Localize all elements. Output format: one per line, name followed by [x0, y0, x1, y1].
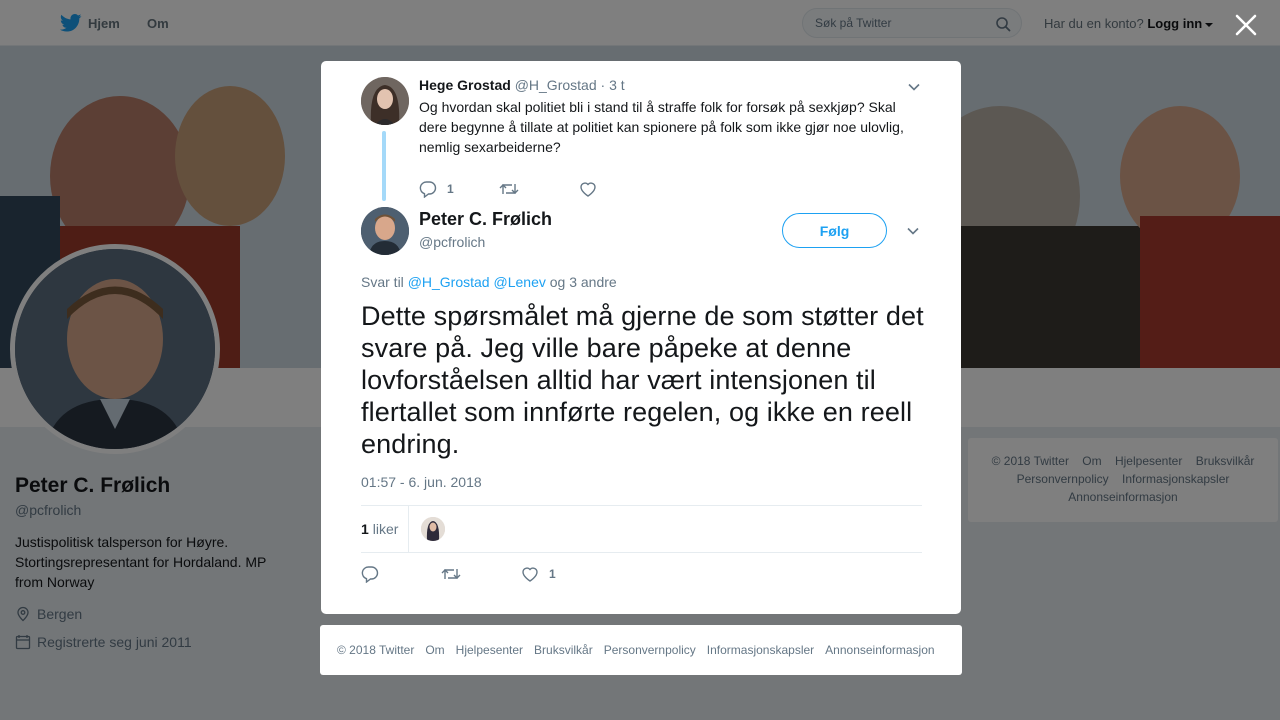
- author-name[interactable]: Peter C. Frølich: [419, 209, 552, 230]
- retweet-action[interactable]: [441, 565, 521, 583]
- reply-action[interactable]: 1: [419, 180, 499, 198]
- likes-stat[interactable]: 1 liker: [361, 506, 409, 552]
- chevron-down-icon[interactable]: [906, 224, 920, 238]
- reply-count: 1: [447, 182, 454, 196]
- retweet-icon: [441, 569, 461, 579]
- parent-author-handle[interactable]: @H_Grostad: [515, 77, 597, 93]
- reply-prefix: Svar til: [361, 274, 404, 290]
- likes-label: liker: [372, 521, 399, 537]
- tweet-text: Dette spørsmålet må gjerne de som støtte…: [361, 301, 924, 459]
- reply-suffix[interactable]: og 3 andre: [550, 274, 617, 290]
- thread-connector-line: [382, 131, 386, 201]
- footer-link-ads[interactable]: Annonseinformasjon: [825, 643, 934, 657]
- mention-link[interactable]: @H_Grostad: [408, 274, 490, 290]
- like-action[interactable]: [579, 180, 607, 198]
- reply-icon: [419, 181, 437, 198]
- tweet-timestamp[interactable]: 01:57 - 6. jun. 2018: [361, 474, 482, 490]
- tweet-stats: 1 liker: [361, 505, 922, 553]
- tweet-actions: 1: [361, 565, 556, 583]
- liker-avatar[interactable]: [421, 517, 445, 541]
- like-count: 1: [549, 567, 556, 581]
- parent-avatar-photo: [361, 77, 409, 125]
- footer-link-terms[interactable]: Bruksvilkår: [534, 643, 593, 657]
- retweet-action[interactable]: [499, 180, 579, 198]
- liker-avatar-photo: [421, 517, 445, 541]
- retweet-icon: [499, 184, 519, 194]
- footer-link-privacy[interactable]: Personvernpolicy: [604, 643, 696, 657]
- likes-number: 1: [361, 521, 369, 537]
- footer-link-about[interactable]: Om: [425, 643, 444, 657]
- like-action[interactable]: 1: [521, 565, 556, 583]
- modal-footer: © 2018 Twitter Om Hjelpesenter Bruksvilk…: [320, 625, 962, 675]
- parent-tweet-header: Hege Grostad @H_Grostad · 3 t: [419, 77, 625, 93]
- footer-copyright: © 2018 Twitter: [337, 643, 415, 657]
- close-icon[interactable]: [1233, 12, 1259, 38]
- reply-action[interactable]: [361, 565, 441, 583]
- parent-tweet-time[interactable]: · 3 t: [601, 77, 625, 93]
- reply-context: Svar til @H_Grostad @Lenev og 3 andre: [361, 274, 617, 290]
- footer-link-cookies[interactable]: Informasjonskapsler: [707, 643, 814, 657]
- footer-link-help[interactable]: Hjelpesenter: [456, 643, 523, 657]
- parent-avatar[interactable]: [361, 77, 409, 125]
- author-handle[interactable]: @pcfrolich: [419, 234, 485, 250]
- mention-link[interactable]: @Lenev: [494, 274, 546, 290]
- follow-button[interactable]: Følg: [782, 213, 887, 248]
- chevron-down-icon[interactable]: [907, 80, 921, 94]
- author-avatar-photo: [361, 207, 409, 255]
- heart-icon: [522, 567, 538, 582]
- reply-icon: [361, 566, 379, 583]
- heart-icon: [580, 182, 596, 197]
- tweet-modal: Hege Grostad @H_Grostad · 3 t Og hvordan…: [321, 61, 961, 614]
- parent-author-name[interactable]: Hege Grostad: [419, 77, 511, 93]
- parent-tweet-text: Og hvordan skal politiet bli i stand til…: [419, 99, 904, 155]
- parent-tweet-actions: 1: [419, 180, 607, 198]
- author-avatar[interactable]: [361, 207, 409, 255]
